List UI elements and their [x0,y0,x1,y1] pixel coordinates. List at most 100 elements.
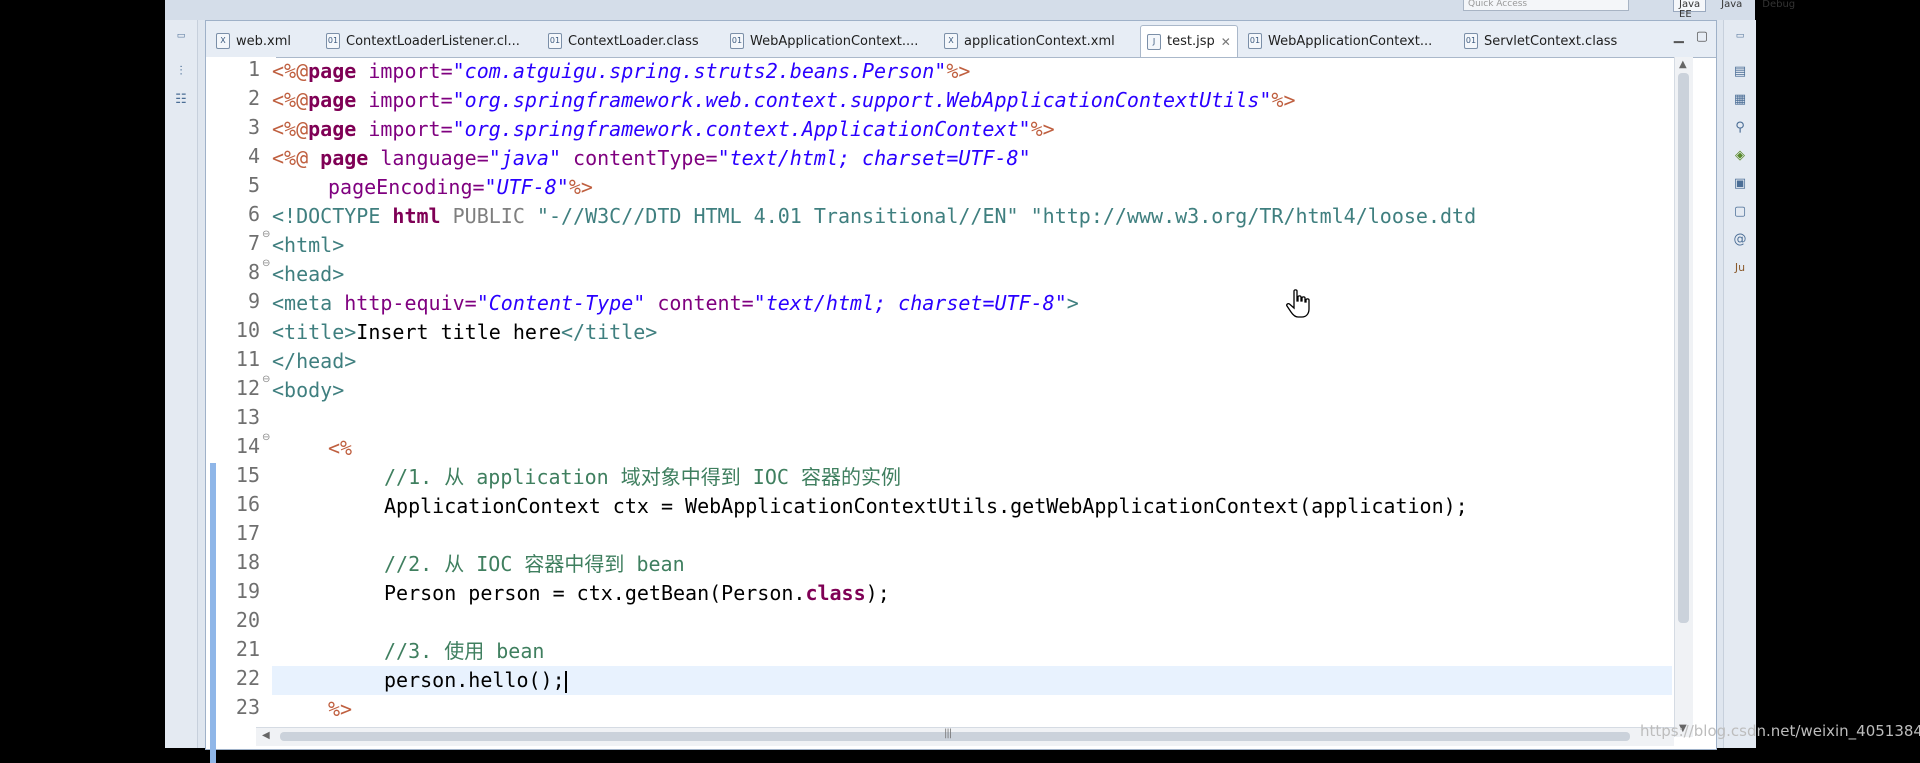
line-number: 12 [235,376,260,400]
line-number: 11 [235,347,260,371]
line-number: 7 [247,231,260,255]
code-line: <html> [272,233,345,257]
code-line: <title>Insert title here</title> [272,320,658,344]
fold-toggle-icon[interactable]: ⊖ [262,258,270,269]
code-line: pageEncoding="UTF-8"%> [328,175,593,199]
perspective-java-ee[interactable]: Java EE [1673,0,1707,20]
code-line: <!DOCTYPE html PUBLIC "-//W3C//DTD HTML … [272,204,1477,228]
jsp-file-icon: J [1147,33,1161,50]
line-number: 3 [247,115,260,139]
tab-contextloader[interactable]: 01 ContextLoader.class [548,29,699,53]
line-number: 14 [235,434,260,458]
code-area[interactable]: <%@page import="com.atguigu.spring.strut… [272,57,1672,737]
perspective-java[interactable]: Java [1716,0,1747,12]
line-number: 4 [247,144,260,168]
tab-webapplicationcontext-2[interactable]: 01 WebApplicationContext... [1248,29,1432,53]
code-line: //2. 从 IOC 容器中得到 bean [384,552,685,576]
code-line: <meta http-equiv="Content-Type" content=… [272,291,1079,315]
line-number: 22 [235,666,260,690]
line-number: 2 [247,86,260,110]
xml-file-icon: X [216,33,230,49]
line-number: 21 [235,637,260,661]
code-line: %> [328,697,353,721]
horizontal-scroll-thumb[interactable]: ||| [280,728,1630,741]
line-number: 1 [247,57,260,81]
fold-toggle-icon[interactable]: ⊖ [262,229,270,240]
editor-window-controls: ▁ ▢ [1674,29,1708,44]
tab-applicationcontext-xml[interactable]: X applicationContext.xml [944,29,1115,53]
hierarchy-view-icon[interactable]: ⫶ [173,64,189,80]
line-number-gutter: 1 2 3 4 5 6 7 8 9 10 11 12 13 14 15 16 1… [206,57,276,763]
perspective-switcher: Java EE Java Debug [1673,0,1800,20]
tab-servletcontext[interactable]: 01 ServletContext.class [1464,29,1617,53]
maximize-icon[interactable]: ▢ [1696,29,1708,44]
code-line: <%@page import="org.springframework.web.… [272,88,1296,112]
code-line: <%@page import="com.atguigu.spring.strut… [272,59,971,83]
class-file-icon: 01 [1248,33,1262,49]
code-line: //1. 从 application 域对象中得到 IOC 容器的实例 [384,465,901,489]
fold-toggle-icon[interactable]: ⊖ [262,432,270,443]
line-number: 10 [235,318,260,342]
vertical-scroll-thumb[interactable] [1678,73,1689,623]
minimize-icon[interactable]: ▁ [1674,29,1684,44]
editor-tab-bar: X web.xml 01 ContextLoaderListener.cl...… [206,21,1716,58]
line-number: 8 [247,260,260,284]
tab-contextloaderlistener[interactable]: 01 ContextLoaderListener.cl... [326,29,520,53]
javadoc-view-icon[interactable]: @ [1732,232,1748,248]
code-line: Person person = ctx.getBean(Person.class… [384,581,890,605]
outline-view-icon[interactable]: ☷ [173,92,189,108]
tab-web-xml[interactable]: X web.xml [216,29,291,53]
left-trim-bar: ▭ ⫶ ☷ [165,20,198,748]
horizontal-scrollbar[interactable]: ◀ ||| [256,727,1674,746]
spring-xml-icon: X [944,33,958,49]
properties-view-icon[interactable]: ▦ [1732,92,1748,108]
right-trim-bar: ▭ ▤ ▦ ⚲ ◈ ▣ ▢ @ Ju [1723,20,1756,748]
watermark: https://blog.csdn.net/weixin_40513849 [1640,722,1920,740]
scroll-left-icon[interactable]: ◀ [262,730,270,741]
code-line: <head> [272,262,345,286]
line-number: 16 [235,492,260,516]
servers-view-icon[interactable]: ▤ [1732,64,1748,80]
close-tab-icon[interactable]: ✕ [1221,35,1231,49]
line-number: 15 [235,463,260,487]
line-number: 9 [247,289,260,313]
code-line: <body> [272,378,345,402]
quick-access-field[interactable]: Quick Access [1463,0,1629,11]
junit-view-icon[interactable]: Ju [1732,260,1748,276]
class-file-icon: 01 [730,33,744,49]
restore-view-icon[interactable]: ▭ [1732,28,1748,44]
eclipse-window: ▭ ⫶ ☷ X web.xml 01 ContextLoaderListener… [165,20,1756,763]
fold-toggle-icon[interactable]: ⊖ [262,374,270,385]
code-editor: X web.xml 01 ContextLoaderListener.cl...… [205,20,1717,763]
line-number: 18 [235,550,260,574]
code-line: <%@page import="org.springframework.cont… [272,117,1055,141]
code-line: <%@ page language="java" contentType="te… [272,146,1031,170]
line-number: 5 [247,173,260,197]
current-code-line: person.hello(); [272,666,1672,695]
tab-test-jsp[interactable]: J test.jsp ✕ [1140,25,1238,57]
scroll-grip-icon: ||| [944,728,952,739]
snippets-view-icon[interactable]: ▣ [1732,176,1748,192]
code-line: <% [328,436,353,460]
restore-view-icon[interactable]: ▭ [173,28,189,44]
console-view-icon[interactable]: ▢ [1732,204,1748,220]
data-source-view-icon[interactable]: ◈ [1732,148,1748,164]
class-file-icon: 01 [326,33,340,49]
line-number: 19 [235,579,260,603]
tab-webapplicationcontext-1[interactable]: 01 WebApplicationContext.... [730,29,918,53]
code-line: ApplicationContext ctx = WebApplicationC… [384,494,1468,518]
class-file-icon: 01 [1464,33,1478,49]
code-line: </head> [272,349,357,373]
search-view-icon[interactable]: ⚲ [1732,120,1748,136]
vertical-scrollbar[interactable]: ▲ ▼ [1674,57,1693,737]
line-number: 13 [235,405,260,429]
code-line: //3. 使用 bean [384,639,545,663]
scroll-up-icon[interactable]: ▲ [1679,59,1687,70]
line-number: 23 [235,695,260,719]
main-toolbar: Quick Access Java EE Java Debug [165,0,1795,20]
perspective-debug[interactable]: Debug [1757,0,1800,12]
class-file-icon: 01 [548,33,562,49]
